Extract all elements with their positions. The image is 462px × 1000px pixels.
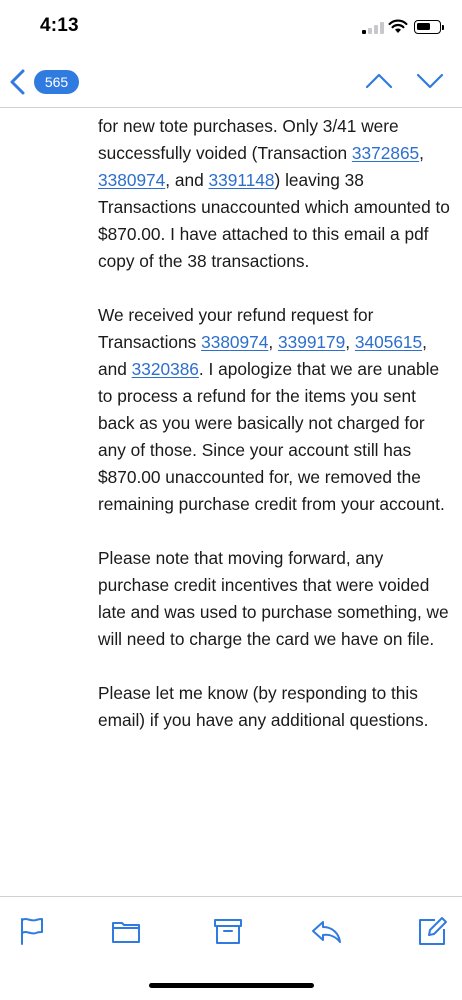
wifi-icon bbox=[388, 19, 408, 33]
unread-count-badge: 565 bbox=[34, 70, 79, 94]
battery-cap bbox=[442, 25, 444, 30]
compose-icon[interactable] bbox=[416, 915, 448, 947]
email-paragraph: Please note that moving forward, any pur… bbox=[98, 548, 449, 649]
transaction-link[interactable]: 3391148 bbox=[209, 170, 275, 190]
email-paragraph: Please let me know (by responding to thi… bbox=[98, 683, 429, 730]
home-indicator[interactable] bbox=[149, 983, 314, 988]
chevron-left-icon bbox=[10, 69, 25, 95]
transaction-link[interactable]: 3372865 bbox=[352, 143, 419, 163]
reply-icon[interactable] bbox=[310, 915, 342, 947]
email-content: for new tote purchases. Only 3/41 were s… bbox=[98, 113, 450, 734]
body-text: , bbox=[419, 143, 424, 163]
archive-icon[interactable] bbox=[212, 915, 244, 947]
status-bar: 4:13 bbox=[0, 0, 462, 58]
body-text: , bbox=[345, 332, 355, 352]
previous-message-icon[interactable] bbox=[364, 70, 394, 92]
battery-icon bbox=[414, 20, 441, 34]
bottom-toolbar bbox=[0, 896, 462, 1000]
transaction-link[interactable]: 3320386 bbox=[132, 359, 199, 379]
transaction-link[interactable]: 3380974 bbox=[201, 332, 268, 352]
transaction-link[interactable]: 3399179 bbox=[278, 332, 345, 352]
nav-bar: 565 bbox=[0, 58, 462, 108]
transaction-link[interactable]: 3405615 bbox=[355, 332, 422, 352]
next-message-icon[interactable] bbox=[415, 70, 445, 92]
flag-icon[interactable] bbox=[16, 915, 48, 947]
body-text: , and bbox=[165, 170, 209, 190]
email-paragraph: for new tote purchases. Only 3/41 were s… bbox=[98, 113, 450, 275]
folder-icon[interactable] bbox=[110, 915, 142, 947]
body-text: . I apologize that we are unable to proc… bbox=[98, 359, 445, 514]
body-text: , bbox=[268, 332, 278, 352]
back-button[interactable]: 565 bbox=[8, 66, 80, 98]
cellular-signal-icon bbox=[362, 22, 384, 34]
status-time: 4:13 bbox=[40, 15, 79, 36]
email-paragraph: We received your refund request for Tran… bbox=[98, 302, 450, 518]
email-body[interactable]: for new tote purchases. Only 3/41 were s… bbox=[0, 108, 462, 896]
transaction-link[interactable]: 3380974 bbox=[98, 170, 165, 190]
